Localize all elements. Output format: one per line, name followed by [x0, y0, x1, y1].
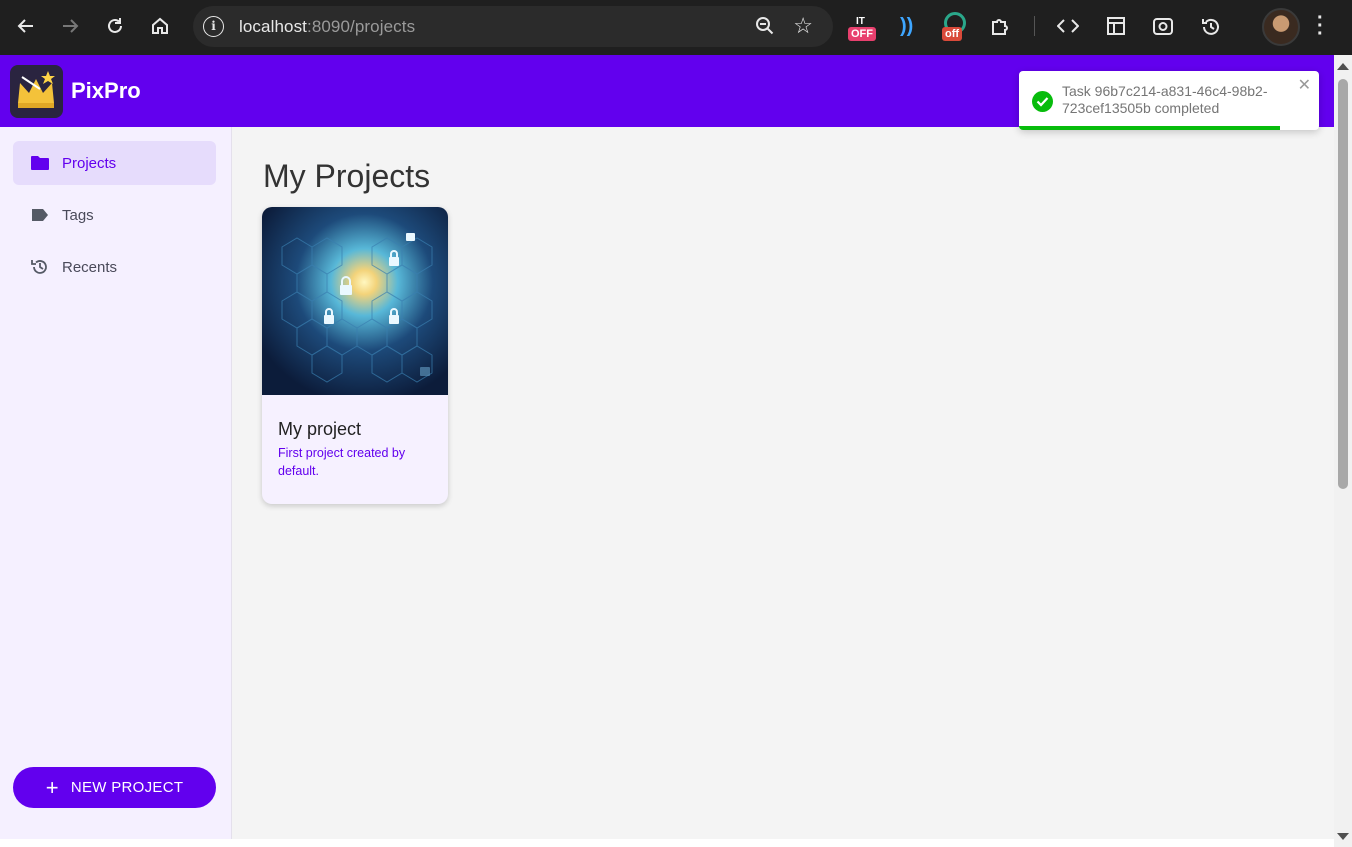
bookmark-star-icon[interactable]: ☆	[793, 13, 813, 39]
window-bottom-edge	[0, 839, 1334, 847]
page-scrollbar[interactable]	[1334, 55, 1352, 847]
page-title: My Projects	[263, 158, 431, 194]
new-project-button[interactable]: + NEW PROJECT	[13, 767, 216, 808]
address-bar[interactable]: i localhost:8090/projects ☆	[193, 6, 833, 47]
new-project-label: NEW PROJECT	[70, 779, 184, 796]
profile-avatar[interactable]	[1262, 8, 1300, 46]
sidebar: Projects Tags Recents + NEW PROJECT	[0, 127, 232, 839]
sidebar-item-recents[interactable]: Recents	[13, 245, 216, 289]
scroll-thumb[interactable]	[1338, 79, 1348, 489]
sidebar-item-label: Tags	[62, 206, 94, 224]
sidebar-item-label: Recents	[62, 258, 118, 276]
layout-panel-icon[interactable]	[1106, 16, 1126, 41]
extension-badge-off-2: off	[942, 27, 963, 41]
pixpro-logo-icon[interactable]	[10, 65, 63, 118]
main-content: My Projects My project First project cre…	[232, 127, 1334, 839]
extension-badge-off: OFF	[848, 27, 876, 41]
url-text: localhost:8090/projects	[239, 17, 416, 36]
close-icon[interactable]: ✕	[1298, 75, 1311, 95]
extensions-puzzle-icon[interactable]	[990, 15, 1012, 42]
project-title[interactable]: My project	[278, 419, 361, 440]
scroll-down-arrow-icon[interactable]	[1337, 833, 1349, 840]
home-icon[interactable]	[142, 8, 178, 44]
sidebar-item-projects[interactable]: Projects	[13, 141, 216, 185]
tag-icon	[30, 205, 50, 225]
screenshot-lens-icon[interactable]	[1152, 16, 1174, 41]
app-title[interactable]: PixPro	[71, 78, 141, 104]
site-info-icon[interactable]: i	[203, 16, 224, 37]
browser-toolbar: i localhost:8090/projects ☆ IT OFF )) of…	[0, 0, 1352, 55]
zoom-icon[interactable]	[755, 16, 775, 41]
project-description: First project created by default.	[278, 446, 406, 478]
history-icon	[30, 257, 50, 277]
extension-wave-icon[interactable]: ))	[900, 15, 913, 38]
toast-message: Task 96b7c214-a831-46c4-98b2-723cef13505…	[1062, 83, 1268, 116]
browser-menu-icon[interactable]: · · ·	[1317, 8, 1324, 44]
folder-icon	[30, 153, 50, 173]
toast-progress-bar	[1019, 126, 1280, 130]
devtools-code-icon[interactable]	[1056, 16, 1080, 41]
sidebar-item-tags[interactable]: Tags	[13, 193, 216, 237]
reload-icon[interactable]	[97, 8, 133, 44]
history-icon[interactable]	[1200, 16, 1222, 43]
scroll-up-arrow-icon[interactable]	[1337, 63, 1349, 70]
toast-notification[interactable]: Task 96b7c214-a831-46c4-98b2-723cef13505…	[1019, 71, 1319, 130]
success-check-icon	[1032, 91, 1053, 112]
toolbar-divider	[1034, 16, 1035, 36]
project-thumbnail[interactable]	[262, 207, 448, 395]
project-card[interactable]: My project First project created by defa…	[262, 207, 448, 504]
sidebar-item-label: Projects	[62, 154, 117, 172]
back-icon[interactable]	[8, 8, 44, 44]
plus-icon: +	[45, 774, 59, 800]
forward-icon[interactable]	[52, 8, 88, 44]
